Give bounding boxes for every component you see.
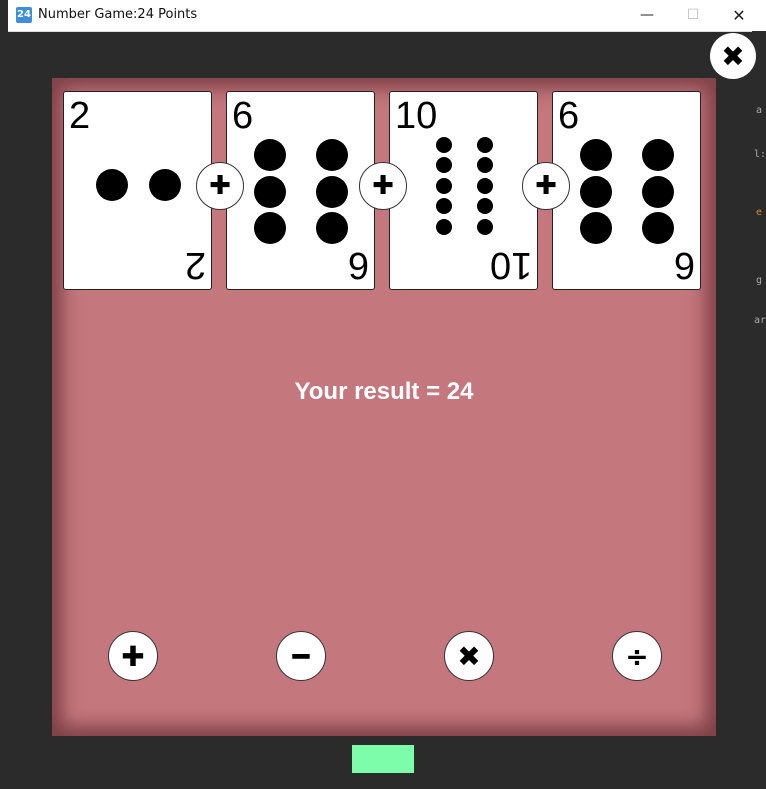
multiply-operator-button[interactable]: ✖ xyxy=(444,631,494,681)
card-pip xyxy=(316,139,348,171)
card-rank-top: 10 xyxy=(395,95,438,137)
card-pip xyxy=(477,198,493,214)
card-rank-top: 2 xyxy=(69,95,91,137)
minimize-button[interactable]: — xyxy=(624,0,670,31)
editor-fragment: l: xyxy=(754,149,766,160)
chosen-operator-3[interactable]: ✚ xyxy=(522,162,570,210)
title-bar: 24 Number Game:24 Points — ☐ ✕ xyxy=(8,0,766,32)
card-pip xyxy=(254,139,286,171)
chosen-operator-2[interactable]: ✚ xyxy=(359,162,407,210)
card-pip xyxy=(436,178,452,194)
subtract-operator-button[interactable]: ━ xyxy=(276,631,326,681)
app-icon: 24 xyxy=(16,7,32,23)
card-pip xyxy=(477,137,493,153)
maximize-button[interactable]: ☐ xyxy=(670,0,716,31)
editor-fragment: a xyxy=(756,105,763,116)
card-rank-top: 6 xyxy=(558,95,580,137)
card-pip xyxy=(96,169,128,201)
background-editor-strip: a l: e g ar xyxy=(752,31,766,789)
card-1[interactable]: 2 2 xyxy=(63,91,212,290)
card-pip xyxy=(254,176,286,208)
card-pip xyxy=(477,219,493,235)
card-pip xyxy=(436,137,452,153)
card-pip xyxy=(477,157,493,173)
card-pip xyxy=(580,139,612,171)
editor-fragment: g xyxy=(756,275,763,286)
confirm-button[interactable] xyxy=(352,745,414,773)
divide-operator-button[interactable]: ÷ xyxy=(612,631,662,681)
card-rank-bottom: 10 xyxy=(489,244,532,286)
card-pip xyxy=(149,169,181,201)
card-3[interactable]: 10 10 xyxy=(389,91,538,290)
card-pip xyxy=(642,212,674,244)
card-pip xyxy=(642,139,674,171)
card-pip xyxy=(316,212,348,244)
card-rank-top: 6 xyxy=(232,95,254,137)
window-close-button[interactable]: ✕ xyxy=(716,0,762,31)
card-4[interactable]: 6 6 xyxy=(552,91,701,290)
card-pip xyxy=(254,212,286,244)
card-pip xyxy=(436,157,452,173)
card-pip xyxy=(316,176,348,208)
editor-fragment: ar xyxy=(754,315,766,326)
card-pip xyxy=(580,176,612,208)
result-label: Your result = 24 xyxy=(294,378,474,405)
card-rank-bottom: 6 xyxy=(673,244,695,286)
game-close-button[interactable]: ✖ xyxy=(710,33,756,79)
card-pip xyxy=(477,178,493,194)
card-rank-bottom: 6 xyxy=(347,244,369,286)
card-pip xyxy=(642,176,674,208)
card-pip xyxy=(436,219,452,235)
card-2[interactable]: 6 6 xyxy=(226,91,375,290)
card-rank-bottom: 2 xyxy=(184,244,206,286)
window-title: Number Game:24 Points xyxy=(38,7,198,22)
card-pip xyxy=(436,198,452,214)
game-board: 2 2 6 6 10 10 6 6 ✚ ✚ ✚ Your result = 24… xyxy=(52,78,716,736)
editor-fragment: e xyxy=(756,207,763,218)
card-pip xyxy=(580,212,612,244)
chosen-operator-1[interactable]: ✚ xyxy=(196,162,244,210)
add-operator-button[interactable]: ✚ xyxy=(108,631,158,681)
